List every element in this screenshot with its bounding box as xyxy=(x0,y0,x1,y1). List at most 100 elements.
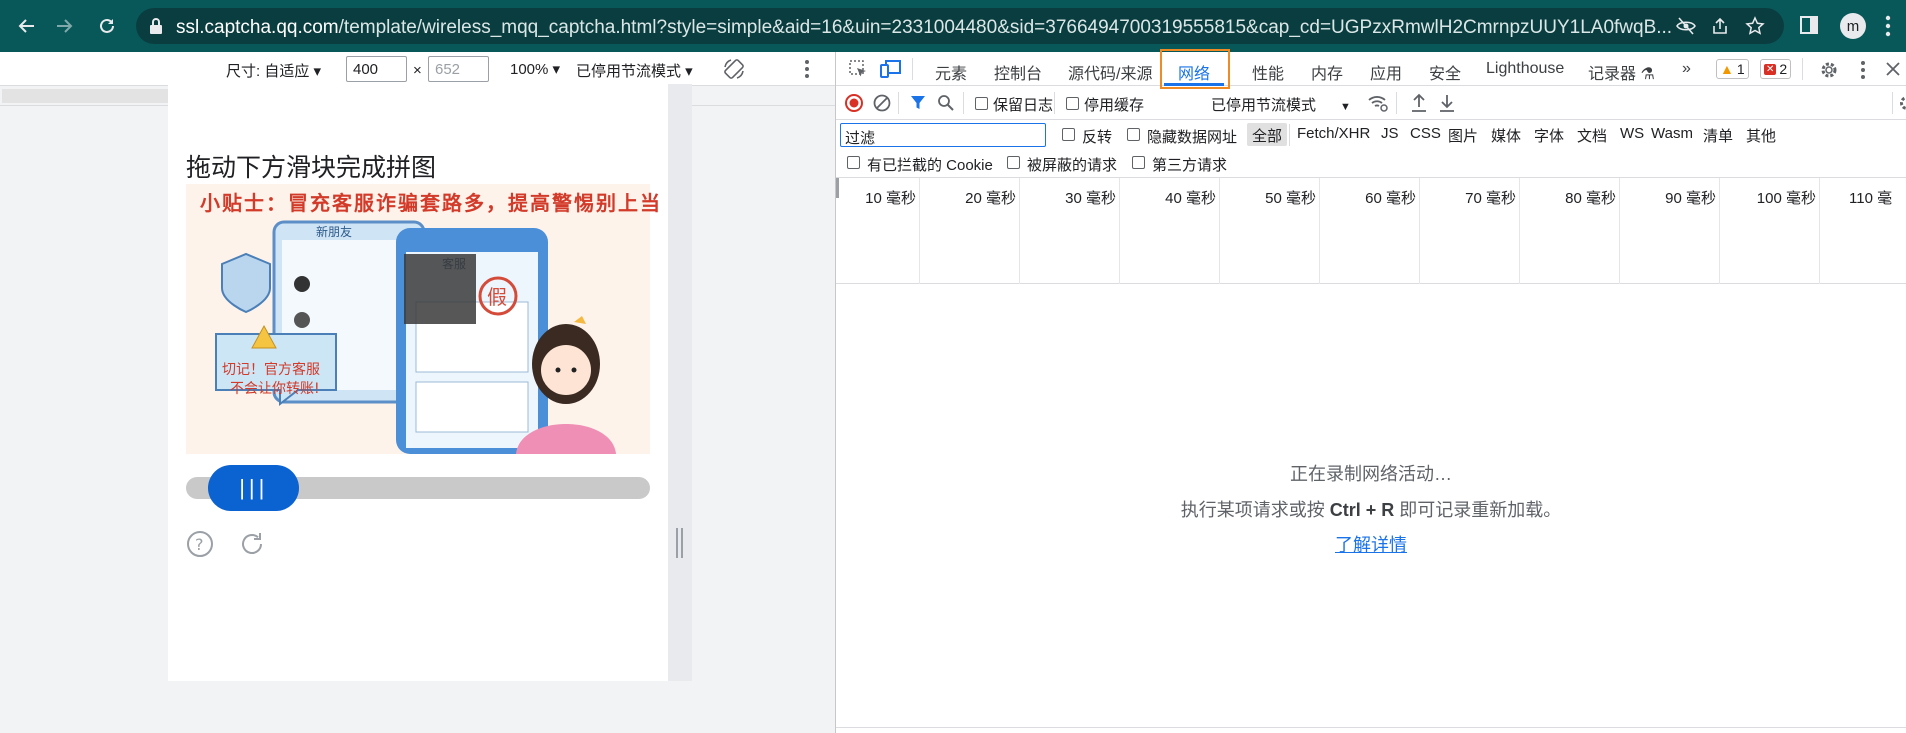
type-font[interactable]: 字体 xyxy=(1529,123,1569,146)
type-img[interactable]: 图片 xyxy=(1443,123,1483,146)
close-icon[interactable] xyxy=(1886,62,1900,76)
refresh-icon[interactable] xyxy=(238,530,266,558)
filter-input[interactable]: 过滤 xyxy=(840,123,1046,147)
hide-data-urls-checkbox[interactable] xyxy=(1127,128,1140,141)
dimension-times: × xyxy=(413,62,422,79)
disable-cache-label: 停用缓存 xyxy=(1084,97,1145,114)
tab-security[interactable]: 安全 xyxy=(1429,60,1461,84)
preserve-log-checkbox[interactable] xyxy=(975,97,988,110)
avatar[interactable]: m xyxy=(1840,13,1866,39)
network-toolbar: 保留日志 停用缓存 已停用节流模式 ▼ xyxy=(836,86,1906,120)
slider-knob[interactable]: ||| xyxy=(208,465,300,511)
timeline-gridline xyxy=(1019,178,1020,284)
tab-sources[interactable]: 源代码/来源 xyxy=(1068,60,1152,84)
learn-more-link[interactable]: 了解详情 xyxy=(1335,535,1407,555)
type-doc[interactable]: 文档 xyxy=(1572,123,1612,146)
third-party-checkbox[interactable] xyxy=(1132,156,1145,169)
disable-cache-checkbox[interactable] xyxy=(1066,97,1079,110)
timeline-tick-label: 30 毫秒 xyxy=(1065,190,1116,207)
height-input[interactable]: 652 xyxy=(428,56,489,82)
device-throttle-select[interactable]: 已停用节流模式 ▾ xyxy=(576,60,693,81)
address-bar[interactable]: ssl.captcha.qq.com/template/wireless_mqq… xyxy=(136,8,1784,44)
tab-performance[interactable]: 性能 xyxy=(1252,60,1284,84)
upload-icon[interactable] xyxy=(1410,93,1428,113)
device-more-icon[interactable] xyxy=(804,59,810,79)
type-fetch-xhr[interactable]: Fetch/XHR xyxy=(1292,123,1375,146)
clear-icon[interactable] xyxy=(873,94,891,112)
timeline-tick-label: 10 毫秒 xyxy=(865,190,916,207)
rotate-icon[interactable] xyxy=(722,57,746,81)
eye-off-icon[interactable] xyxy=(1676,17,1696,35)
timeline-gridline xyxy=(1319,178,1320,284)
network-settings-gear-icon[interactable] xyxy=(1898,94,1906,112)
warning-badge[interactable]: ▲ 1 xyxy=(1716,59,1749,79)
dimensions-select[interactable]: 尺寸: 自适应 ▾ xyxy=(226,60,321,81)
zoom-select[interactable]: 100% ▾ xyxy=(510,60,560,78)
captcha-puzzle-image: 新朋友 客服 假 切记！官方客服 不会让你转账! xyxy=(186,184,650,454)
blocked-cookies-checkbox[interactable] xyxy=(847,156,860,169)
type-other[interactable]: 其他 xyxy=(1741,123,1781,146)
timeline-tick-label: 100 毫秒 xyxy=(1756,190,1816,207)
fake-stamp: 假 xyxy=(487,285,507,309)
reload-icon[interactable] xyxy=(94,13,120,39)
settings-gear-icon[interactable] xyxy=(1819,60,1839,80)
width-input[interactable]: 400 xyxy=(346,56,407,82)
timeline-tick-label: 50 毫秒 xyxy=(1265,190,1316,207)
tab-elements[interactable]: 元素 xyxy=(935,60,967,84)
record-icon[interactable] xyxy=(845,94,863,112)
viewport-resize-edge[interactable] xyxy=(668,84,692,681)
tab-recorder[interactable]: 记录器 ⚗ xyxy=(1588,60,1655,84)
puzzle-group-title: 新朋友 xyxy=(316,224,352,239)
side-panel-icon[interactable] xyxy=(1800,16,1818,34)
type-manifest[interactable]: 清单 xyxy=(1698,123,1738,146)
tab-memory[interactable]: 内存 xyxy=(1311,60,1343,84)
invert-checkbox[interactable] xyxy=(1062,128,1075,141)
timeline-tick-label: 110 毫 xyxy=(1849,190,1893,207)
share-icon[interactable] xyxy=(1711,17,1729,35)
inspect-element-icon[interactable] xyxy=(848,59,868,79)
device-toggle-icon[interactable] xyxy=(880,59,902,79)
type-wasm[interactable]: Wasm xyxy=(1646,123,1698,146)
captcha-hint: 小贴士：冒充客服诈骗套路多，提高警惕别上当 xyxy=(200,193,662,215)
extra-filter-bar: 有已拦截的 Cookie 被屏蔽的请求 第三方请求 xyxy=(836,150,1906,178)
timeline-tick-label: 40 毫秒 xyxy=(1165,190,1216,207)
timeline-gridline xyxy=(919,178,920,284)
type-ws[interactable]: WS xyxy=(1615,123,1649,146)
timeline-gridline xyxy=(1819,178,1820,284)
type-media[interactable]: 媒体 xyxy=(1486,123,1526,146)
search-icon[interactable] xyxy=(937,94,955,112)
wifi-settings-icon[interactable] xyxy=(1367,94,1389,112)
network-throttle-select[interactable]: 已停用节流模式 ▼ xyxy=(1211,94,1351,115)
star-icon[interactable] xyxy=(1745,16,1765,36)
network-overview-timeline[interactable]: 10 毫秒 20 毫秒 30 毫秒 40 毫秒 50 毫秒 60 毫秒 70 毫秒 80 毫秒… xyxy=(836,178,1906,284)
type-css[interactable]: CSS xyxy=(1405,123,1446,146)
back-icon[interactable] xyxy=(14,13,40,39)
blocked-cookies-label: 有已拦截的 Cookie xyxy=(867,157,993,174)
timeline-tick-label: 20 毫秒 xyxy=(965,190,1016,207)
devtools-panel: 元素 控制台 源代码/来源 网络 性能 内存 应用 安全 Lighthouse … xyxy=(836,49,1906,733)
blocked-requests-checkbox[interactable] xyxy=(1007,156,1020,169)
timeline-tick-label: 80 毫秒 xyxy=(1565,190,1616,207)
timeline-gridline xyxy=(1719,178,1720,284)
forward-icon[interactable] xyxy=(51,13,77,39)
invert-label: 反转 xyxy=(1082,129,1113,146)
help-icon[interactable]: ? xyxy=(186,530,214,558)
more-tabs-icon[interactable]: » xyxy=(1682,60,1691,78)
blocked-requests-label: 被屏蔽的请求 xyxy=(1027,157,1118,174)
preserve-log-label: 保留日志 xyxy=(993,97,1054,114)
devtools-more-icon[interactable] xyxy=(1860,60,1866,80)
download-icon[interactable] xyxy=(1438,93,1456,113)
captcha-title: 拖动下方滑块完成拼图 xyxy=(186,154,437,182)
tab-lighthouse[interactable]: Lighthouse xyxy=(1486,60,1564,78)
error-badge[interactable]: ✕ 2 xyxy=(1760,59,1792,79)
filter-icon[interactable] xyxy=(910,95,926,111)
third-party-label: 第三方请求 xyxy=(1152,157,1228,174)
tab-network[interactable]: 网络 xyxy=(1178,60,1210,84)
timeline-gridline xyxy=(1619,178,1620,284)
tab-console[interactable]: 控制台 xyxy=(994,60,1042,84)
kebab-menu-icon[interactable] xyxy=(1885,15,1891,37)
lock-icon[interactable] xyxy=(149,18,163,34)
type-js[interactable]: JS xyxy=(1376,123,1404,146)
type-all[interactable]: 全部 xyxy=(1247,123,1288,146)
tab-application[interactable]: 应用 xyxy=(1370,60,1402,84)
